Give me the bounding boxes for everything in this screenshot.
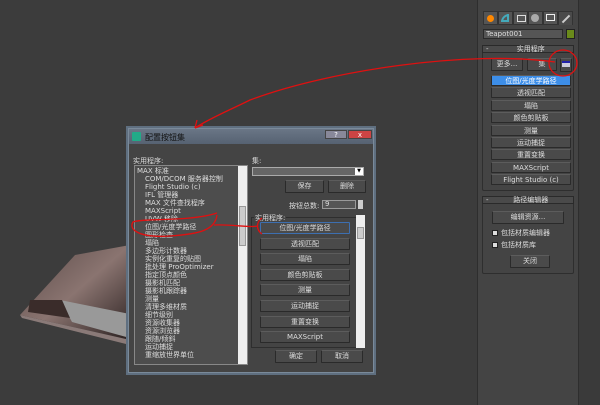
modify-tab-icon[interactable] [498,11,513,25]
object-name-field[interactable]: Teapot001 [483,29,563,39]
set-button[interactable]: 塌陷 [260,253,350,266]
utility-list-item[interactable]: 批处理 ProOptimizer [137,263,237,271]
checkbox-label: 包括材质编辑器 [501,229,550,237]
ok-button[interactable]: 确定 [275,350,317,363]
utility-list-item[interactable]: 摄影机匹配 [137,279,237,287]
dialog-title: 配置按钮集 [145,133,185,142]
utility-list-item[interactable]: 资源浏览器 [137,327,237,335]
utility-list-item[interactable]: 运动捕捉 [137,343,237,351]
utility-list-item[interactable]: 图形检查 [137,231,237,239]
utility-button[interactable]: 运动捕捉 [491,137,571,148]
include-material-library-checkbox[interactable]: 包括材质库 [492,240,536,250]
utility-list-item[interactable]: 实例化重复的贴图 [137,255,237,263]
hierarchy-tab-icon[interactable] [513,11,528,25]
utility-list-item[interactable]: 跟随/倾斜 [137,335,237,343]
utilities-list-scrollbar[interactable] [238,166,247,364]
app-icon [132,132,141,141]
set-button[interactable]: MAXScript [260,331,350,344]
utilities-tab-icon[interactable] [558,11,573,25]
sets-dropdown[interactable]: ▼ [252,167,364,176]
checkbox-checked-icon [492,242,498,248]
utility-list-item[interactable]: 摄影机跟踪器 [137,287,237,295]
utility-list-item[interactable]: COM/DCOM 服务器控制 [137,175,237,183]
set-button[interactable]: 透视匹配 [260,237,350,250]
display-tab-icon[interactable] [543,11,558,25]
total-buttons-label: 按钮总数: [289,202,320,210]
set-button[interactable]: 运动捕捉 [260,300,350,312]
object-color-swatch[interactable] [566,29,575,39]
utility-list-item[interactable]: UVW 移除 [137,215,237,223]
close-button[interactable]: 关闭 [510,255,550,268]
utility-button[interactable]: 塌陷 [491,99,571,111]
utility-button[interactable]: Flight Studio (c) [491,174,571,186]
utility-list-item[interactable]: 位图/光度学路径 [137,223,237,231]
side-panel [578,0,600,405]
spinner-arrows-icon[interactable] [358,200,363,209]
utility-list-item[interactable]: MAXScript [137,207,237,215]
close-button[interactable]: x [348,130,372,139]
set-button[interactable]: 颜色剪贴板 [260,268,350,281]
utility-button[interactable]: 重置变换 [491,149,571,161]
utility-list-item[interactable]: 重缩放世界单位 [137,351,237,359]
cancel-button[interactable]: 取消 [321,350,363,363]
dialog-title-bar[interactable]: 配置按钮集 ? x [129,129,373,144]
command-panel: Teapot001 - 实用程序 更多... 集 位图/光度学路径 透视匹配 塌陷 颜色… [477,0,578,405]
configure-button-sets-icon [562,61,570,67]
chevron-down-icon: ▼ [355,168,363,175]
motion-tab-icon[interactable] [528,11,543,25]
more-button[interactable]: 更多... [491,58,523,71]
utilities-list[interactable]: MAX 标准 COM/DCOM 服务器控制 Flight Studio (c) IFL… [134,165,248,365]
checkbox-label: 包括材质库 [501,241,536,249]
help-button[interactable]: ? [325,130,347,139]
configure-button-sets-dialog: 配置按钮集 ? x 实用程序: MAX 标准 COM/DCOM 服务器控制 Flig… [128,128,374,373]
edit-resources-button[interactable]: 编辑资源... [492,211,564,224]
sets-button[interactable]: 集 [527,58,557,71]
buttons-scrollbar[interactable] [356,215,365,348]
include-material-editor-checkbox[interactable]: 包括材质编辑器 [492,228,550,238]
rollout-title: 路径编辑器 [513,196,549,204]
create-tab-icon[interactable] [483,11,498,25]
utility-list-item[interactable]: 细节级别 [137,311,237,319]
utilities-rollout-header[interactable]: - 实用程序 [482,45,574,53]
utility-list-item[interactable]: 多边形计数器 [137,247,237,255]
utility-button[interactable]: 位图/光度学路径 [491,75,571,86]
configure-button-sets-button[interactable] [560,58,572,72]
utility-button[interactable]: 测量 [491,124,571,136]
sets-label: 集: [252,157,262,165]
path-editor-rollout-header[interactable]: - 路径编辑器 [482,196,574,204]
utility-list-item[interactable]: MAX 文件查找程序 [137,199,237,207]
utility-list-item[interactable]: 指定顶点颜色 [137,271,237,279]
utility-list-item[interactable]: 资源收集器 [137,319,237,327]
utility-list-item[interactable]: 测量 [137,295,237,303]
utility-list-item[interactable]: 清理多维材质 [137,303,237,311]
utility-list-item[interactable]: 塌陷 [137,239,237,247]
utility-list-item[interactable]: Flight Studio (c) [137,183,237,191]
delete-button[interactable]: 删除 [328,180,366,193]
buttons-group [251,217,359,348]
set-button[interactable]: 重置变换 [260,315,350,328]
utility-button[interactable]: MAXScript [491,161,571,173]
utility-button[interactable]: 透视匹配 [491,87,571,99]
set-button[interactable]: 位图/光度学路径 [260,222,350,234]
set-button[interactable]: 测量 [260,284,350,297]
checkbox-checked-icon [492,230,498,236]
save-button[interactable]: 保存 [285,180,324,193]
rollout-title: 实用程序 [516,45,545,53]
total-buttons-spinner[interactable]: 9 [322,200,356,209]
utility-button[interactable]: 颜色剪贴板 [491,112,571,124]
utility-list-item[interactable]: IFL 管理器 [137,191,237,199]
utility-list-item[interactable]: MAX 标准 [137,167,237,175]
